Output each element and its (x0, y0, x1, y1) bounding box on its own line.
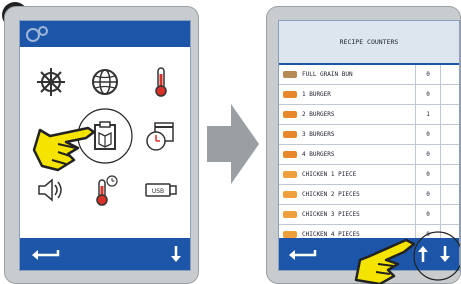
list-item[interactable]: 2 BURGERS 1 (279, 105, 459, 125)
row-value: 0 (415, 165, 440, 184)
transition-arrow-icon (207, 104, 259, 184)
list-item[interactable]: CHICKEN 2 PIECES 0 (279, 185, 459, 205)
calendar-clock-icon[interactable] (144, 119, 178, 153)
settings-gears-icon (26, 26, 48, 42)
recipe-counter-list: FULL GRAIN BUN 0 1 BURGER 0 2 BURGERS 1 … (279, 65, 459, 245)
chicken-icon (283, 231, 297, 238)
back-arrow-icon[interactable] (287, 246, 317, 262)
list-item[interactable]: 1 BURGER 0 (279, 85, 459, 105)
row-value: 0 (415, 185, 440, 204)
list-item[interactable]: FULL GRAIN BUN 0 (279, 65, 459, 85)
speaker-icon[interactable] (34, 173, 68, 207)
burger-icon (283, 111, 297, 118)
row-name: CHICKEN 3 PIECES (302, 211, 360, 218)
back-arrow-icon[interactable] (30, 246, 60, 262)
bottom-bar (20, 238, 190, 270)
chicken-icon (283, 211, 297, 218)
row-name: CHICKEN 2 PIECES (302, 191, 360, 198)
burger-icon (283, 131, 297, 138)
row-name: 1 BURGER (302, 91, 331, 98)
row-value: 0 (415, 65, 440, 84)
row-name: 4 BURGERS (302, 151, 335, 158)
row-value: 1 (415, 105, 440, 124)
recipe-counters-title: RECIPE COUNTERS (279, 21, 459, 65)
list-item[interactable]: 3 BURGERS 0 (279, 125, 459, 145)
ship-wheel-icon[interactable] (34, 65, 68, 99)
globe-icon[interactable] (88, 65, 122, 99)
row-name: CHICKEN 1 PIECE (302, 171, 357, 178)
pointing-hand-icon (354, 238, 416, 284)
usb-icon[interactable]: USB (144, 173, 178, 207)
usb-label: USB (152, 188, 164, 195)
pointing-hand-icon (32, 126, 96, 172)
row-value: 0 (415, 145, 440, 164)
chicken-icon (283, 191, 297, 198)
thermometer-clock-icon[interactable] (88, 173, 122, 207)
thermometer-icon[interactable] (144, 65, 178, 99)
list-item[interactable]: 4 BURGERS 0 (279, 145, 459, 165)
top-bar (20, 21, 190, 47)
row-name: 3 BURGERS (302, 131, 335, 138)
row-name: FULL GRAIN BUN (302, 71, 353, 78)
burger-icon (283, 91, 297, 98)
row-value: 0 (415, 85, 440, 104)
chicken-icon (283, 171, 297, 178)
burger-icon (283, 151, 297, 158)
list-item[interactable]: CHICKEN 1 PIECE 0 (279, 165, 459, 185)
row-value: 0 (415, 125, 440, 144)
row-name: 2 BURGERS (302, 111, 335, 118)
down-arrow-icon[interactable] (170, 244, 182, 264)
bun-icon (283, 71, 297, 78)
